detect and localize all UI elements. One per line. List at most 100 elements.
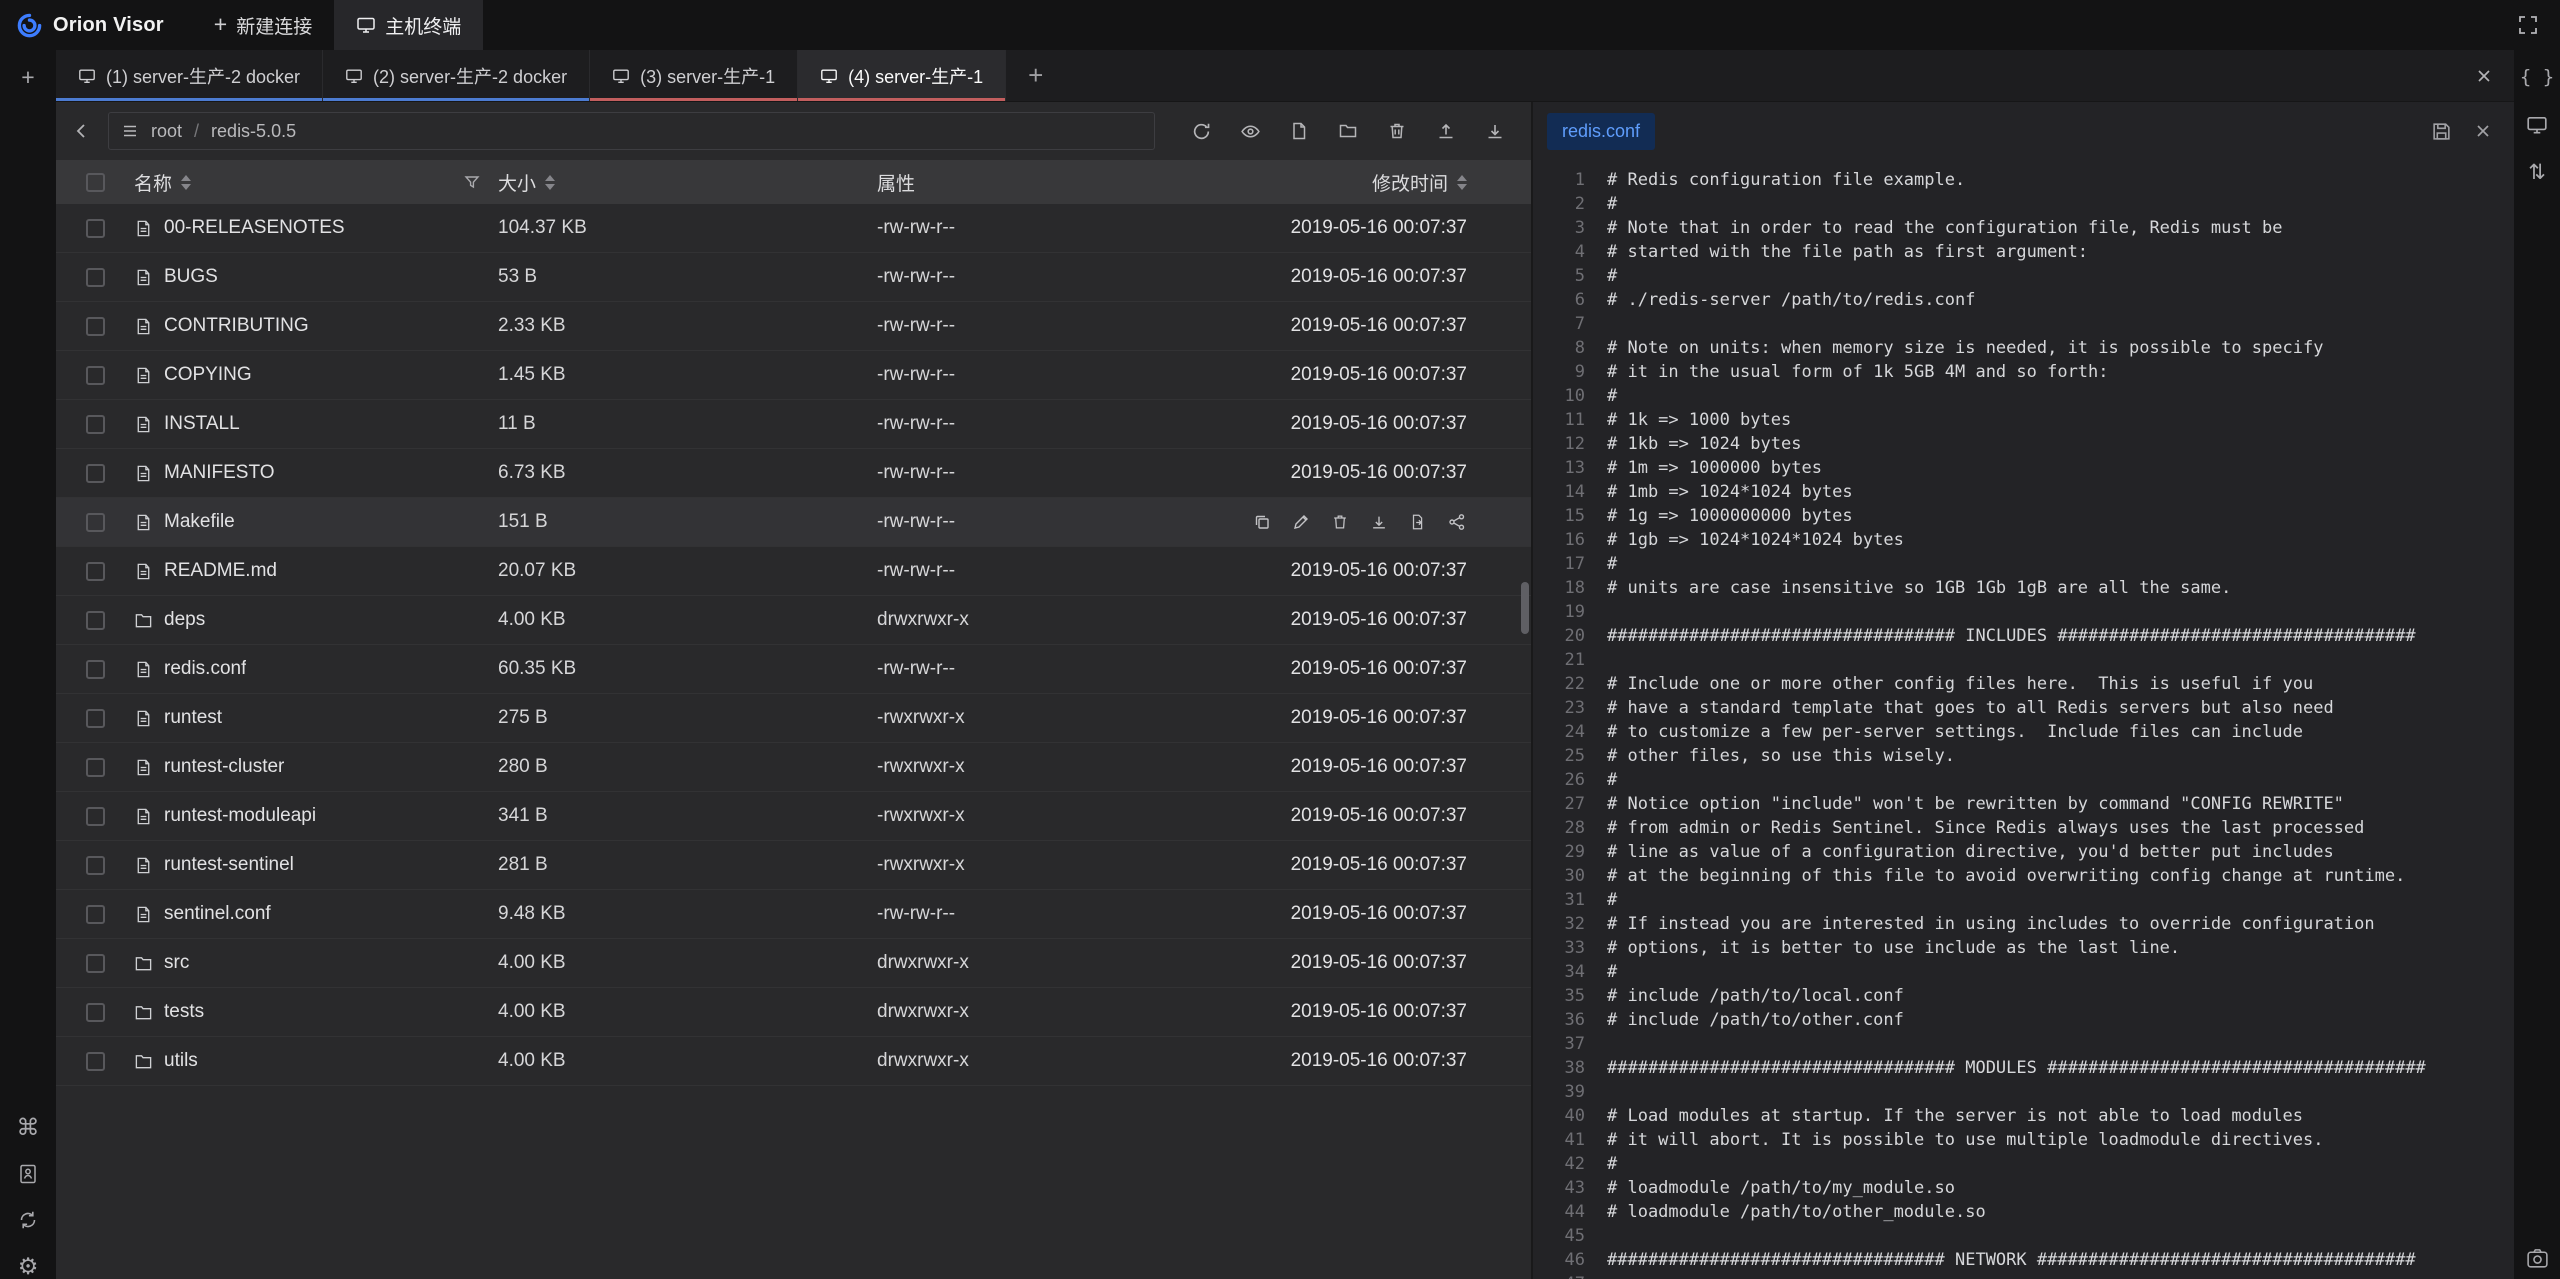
- add-tab-button[interactable]: +: [1006, 50, 1056, 101]
- breadcrumb-segment-folder[interactable]: redis-5.0.5: [211, 121, 296, 142]
- file-name[interactable]: sentinel.conf: [164, 903, 271, 925]
- json-braces-icon[interactable]: { }: [2520, 66, 2554, 88]
- table-row[interactable]: src 4.00 KB drwxrwxr-x 2019-05-16 00:07:…: [56, 939, 1531, 988]
- table-row[interactable]: runtest 275 B -rwxrwxr-x 2019-05-16 00:0…: [56, 694, 1531, 743]
- row-checkbox[interactable]: [86, 1052, 105, 1071]
- table-row[interactable]: INSTALL 11 B -rw-rw-r-- 2019-05-16 00:07…: [56, 400, 1531, 449]
- editor-code[interactable]: 1 # Redis configuration file example. 2 …: [1533, 160, 2514, 1279]
- select-all-checkbox[interactable]: [86, 173, 105, 192]
- swap-vertical-icon[interactable]: ⇅: [2528, 162, 2546, 183]
- file-name[interactable]: redis.conf: [164, 658, 246, 680]
- download-icon[interactable]: [1483, 119, 1507, 143]
- file-name[interactable]: COPYING: [164, 364, 252, 386]
- terminal-tab[interactable]: (3) server-生产-1: [590, 50, 798, 101]
- settings-gear-icon[interactable]: ⚙: [18, 1255, 39, 1278]
- new-folder-icon[interactable]: [1336, 119, 1360, 143]
- table-row[interactable]: 00-RELEASENOTES 104.37 KB -rw-rw-r-- 201…: [56, 204, 1531, 253]
- file-name[interactable]: deps: [164, 609, 205, 631]
- table-row[interactable]: COPYING 1.45 KB -rw-rw-r-- 2019-05-16 00…: [56, 351, 1531, 400]
- command-snippets-icon[interactable]: ⌘: [17, 1116, 40, 1139]
- row-checkbox[interactable]: [86, 513, 105, 532]
- column-header-size[interactable]: 大小: [498, 169, 877, 196]
- delete-icon[interactable]: [1330, 512, 1350, 532]
- column-header-name[interactable]: 名称: [128, 169, 498, 196]
- file-name[interactable]: README.md: [164, 560, 277, 582]
- row-checkbox[interactable]: [86, 611, 105, 630]
- table-row[interactable]: README.md 20.07 KB -rw-rw-r-- 2019-05-16…: [56, 547, 1531, 596]
- file-name[interactable]: runtest: [164, 707, 222, 729]
- file-name[interactable]: tests: [164, 1001, 204, 1023]
- row-checkbox[interactable]: [86, 415, 105, 434]
- screenshot-camera-icon[interactable]: [2525, 1246, 2550, 1271]
- table-row[interactable]: redis.conf 60.35 KB -rw-rw-r-- 2019-05-1…: [56, 645, 1531, 694]
- download-icon[interactable]: [1369, 512, 1389, 532]
- row-checkbox[interactable]: [86, 317, 105, 336]
- table-row[interactable]: utils 4.00 KB drwxrwxr-x 2019-05-16 00:0…: [56, 1037, 1531, 1086]
- editor-file-tab[interactable]: redis.conf: [1547, 113, 1655, 150]
- terminal-tab[interactable]: (4) server-生产-1: [798, 50, 1006, 101]
- file-name[interactable]: Makefile: [164, 511, 235, 533]
- edit-icon[interactable]: [1291, 512, 1311, 532]
- filter-funnel-icon[interactable]: [464, 174, 480, 190]
- row-checkbox[interactable]: [86, 709, 105, 728]
- file-name[interactable]: INSTALL: [164, 413, 240, 435]
- row-checkbox[interactable]: [86, 807, 105, 826]
- file-name[interactable]: runtest-sentinel: [164, 854, 294, 876]
- new-tab-rail-button[interactable]: +: [21, 64, 34, 90]
- breadcrumb[interactable]: root / redis-5.0.5: [108, 112, 1155, 150]
- delete-icon[interactable]: [1385, 119, 1409, 143]
- sort-icon[interactable]: [181, 175, 191, 190]
- file-name[interactable]: BUGS: [164, 266, 218, 288]
- sort-icon[interactable]: [1457, 175, 1467, 190]
- close-editor-icon[interactable]: [2470, 118, 2496, 144]
- back-button[interactable]: [64, 113, 100, 149]
- new-file-icon[interactable]: [1287, 119, 1311, 143]
- copy-icon[interactable]: [1252, 512, 1272, 532]
- table-row[interactable]: runtest-moduleapi 341 B -rwxrwxr-x 2019-…: [56, 792, 1531, 841]
- save-icon[interactable]: [2428, 118, 2454, 144]
- table-row[interactable]: sentinel.conf 9.48 KB -rw-rw-r-- 2019-05…: [56, 890, 1531, 939]
- table-row[interactable]: Makefile 151 B -rw-rw-r-- 2019-05-16 00:…: [56, 498, 1531, 547]
- table-row[interactable]: MANIFESTO 6.73 KB -rw-rw-r-- 2019-05-16 …: [56, 449, 1531, 498]
- row-checkbox[interactable]: [86, 1003, 105, 1022]
- row-checkbox[interactable]: [86, 660, 105, 679]
- file-list-scrollbar[interactable]: [1521, 582, 1529, 634]
- table-row[interactable]: BUGS 53 B -rw-rw-r-- 2019-05-16 00:07:37: [56, 253, 1531, 302]
- breadcrumb-segment-root[interactable]: root: [151, 121, 182, 142]
- terminal-tab[interactable]: (2) server-生产-2 docker: [323, 50, 590, 101]
- row-checkbox[interactable]: [86, 464, 105, 483]
- table-row[interactable]: deps 4.00 KB drwxrwxr-x 2019-05-16 00:07…: [56, 596, 1531, 645]
- table-row[interactable]: runtest-sentinel 281 B -rwxrwxr-x 2019-0…: [56, 841, 1531, 890]
- transfer-icon[interactable]: [1447, 512, 1467, 532]
- list-view-icon[interactable]: [121, 122, 139, 140]
- file-name[interactable]: MANIFESTO: [164, 462, 275, 484]
- duplicate-icon[interactable]: [1408, 512, 1428, 532]
- file-name[interactable]: 00-RELEASENOTES: [164, 217, 345, 239]
- sort-icon[interactable]: [545, 175, 555, 190]
- show-hidden-eye-icon[interactable]: [1238, 119, 1262, 143]
- fullscreen-button[interactable]: [2510, 7, 2546, 43]
- row-checkbox[interactable]: [86, 366, 105, 385]
- column-header-modified[interactable]: 修改时间: [1191, 169, 1531, 196]
- host-terminal-tab[interactable]: 主机终端: [334, 0, 483, 50]
- row-checkbox[interactable]: [86, 758, 105, 777]
- address-book-icon[interactable]: [17, 1163, 39, 1185]
- file-name[interactable]: CONTRIBUTING: [164, 315, 309, 337]
- sync-icon[interactable]: [17, 1209, 39, 1231]
- file-name[interactable]: runtest-cluster: [164, 756, 284, 778]
- row-checkbox[interactable]: [86, 856, 105, 875]
- row-checkbox[interactable]: [86, 562, 105, 581]
- table-row[interactable]: runtest-cluster 280 B -rwxrwxr-x 2019-05…: [56, 743, 1531, 792]
- row-checkbox[interactable]: [86, 905, 105, 924]
- close-panel-button[interactable]: [2464, 50, 2504, 101]
- refresh-icon[interactable]: [1189, 119, 1213, 143]
- terminal-tab[interactable]: (1) server-生产-2 docker: [56, 50, 323, 101]
- table-row[interactable]: tests 4.00 KB drwxrwxr-x 2019-05-16 00:0…: [56, 988, 1531, 1037]
- table-row[interactable]: CONTRIBUTING 2.33 KB -rw-rw-r-- 2019-05-…: [56, 302, 1531, 351]
- new-connection-button[interactable]: + 新建连接: [192, 0, 334, 50]
- display-settings-icon[interactable]: [2526, 114, 2548, 136]
- file-name[interactable]: src: [164, 952, 189, 974]
- row-checkbox[interactable]: [86, 219, 105, 238]
- row-checkbox[interactable]: [86, 954, 105, 973]
- upload-icon[interactable]: [1434, 119, 1458, 143]
